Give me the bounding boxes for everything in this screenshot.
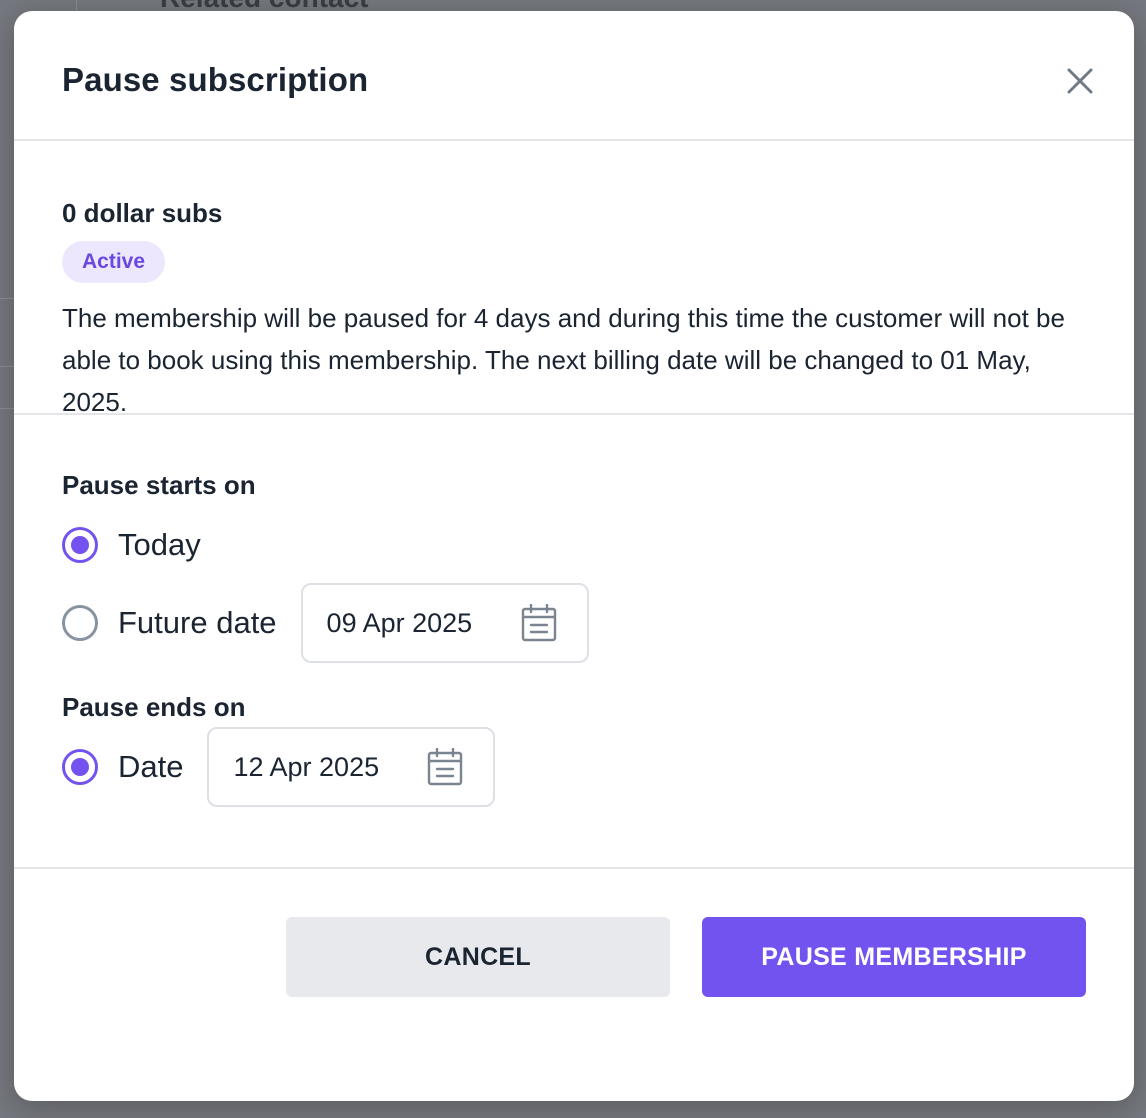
radio-label-future-date: Future date bbox=[118, 605, 277, 640]
subscription-info-section: 0 dollar subs Active The membership will… bbox=[14, 141, 1134, 417]
end-date-value: 12 Apr 2025 bbox=[233, 751, 380, 782]
radio-option-today[interactable]: Today bbox=[62, 525, 1086, 565]
background-divider bbox=[0, 298, 14, 299]
pause-start-label: Pause starts on bbox=[62, 470, 256, 500]
dialog-footer: CANCEL PAUSE MEMBERSHIP bbox=[14, 869, 1134, 1045]
subscription-name: 0 dollar subs bbox=[62, 198, 223, 228]
pause-subscription-dialog: Pause subscription 0 dollar subs Active … bbox=[14, 11, 1134, 1101]
radio-today[interactable] bbox=[62, 527, 98, 563]
radio-label-today: Today bbox=[118, 527, 201, 562]
radio-label-date: Date bbox=[118, 749, 184, 784]
background-divider bbox=[0, 408, 14, 409]
radio-future-date[interactable] bbox=[62, 605, 98, 641]
radio-end-date[interactable] bbox=[62, 749, 98, 785]
cancel-button[interactable]: CANCEL bbox=[286, 917, 670, 997]
radio-option-date[interactable]: Date 12 Apr 2025 bbox=[62, 727, 1086, 807]
pause-description: The membership will be paused for 4 days… bbox=[62, 303, 1065, 417]
dialog-title: Pause subscription bbox=[62, 61, 369, 98]
pause-form-section: Pause starts on Today Future date 09 Apr… bbox=[14, 415, 1134, 869]
radio-option-future-date[interactable]: Future date 09 Apr 2025 bbox=[62, 583, 1086, 663]
background-divider bbox=[0, 366, 14, 367]
close-button[interactable] bbox=[1060, 61, 1100, 101]
calendar-icon[interactable] bbox=[427, 748, 463, 786]
calendar-icon[interactable] bbox=[521, 604, 557, 642]
status-badge: Active bbox=[62, 241, 166, 283]
future-date-value: 09 Apr 2025 bbox=[326, 607, 473, 638]
end-date-picker[interactable]: 12 Apr 2025 bbox=[207, 727, 496, 807]
future-date-picker[interactable]: 09 Apr 2025 bbox=[300, 583, 589, 663]
close-icon bbox=[1067, 68, 1093, 94]
pause-end-label: Pause ends on bbox=[62, 692, 246, 722]
pause-membership-button[interactable]: PAUSE MEMBERSHIP bbox=[702, 917, 1086, 997]
dialog-header: Pause subscription bbox=[14, 11, 1134, 141]
